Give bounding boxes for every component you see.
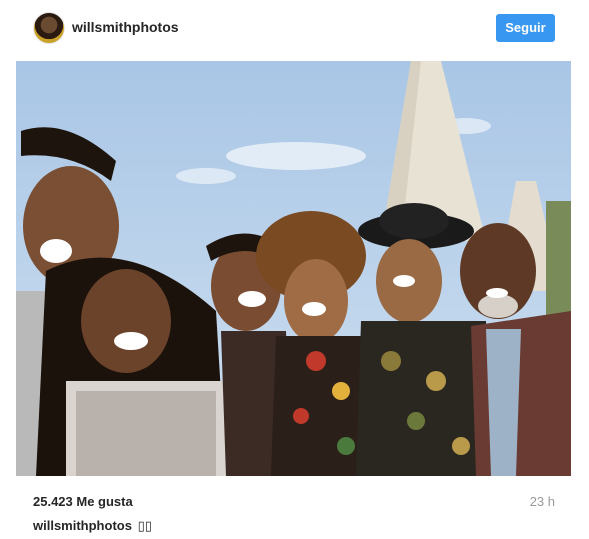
username-link[interactable]: willsmithphotos (72, 19, 179, 35)
avatar[interactable] (33, 12, 65, 44)
follow-button[interactable]: Seguir (496, 14, 555, 42)
caption: willsmithphotos ▯▯ (33, 518, 152, 534)
group-selfie-image (16, 61, 571, 476)
caption-username[interactable]: willsmithphotos (33, 518, 132, 533)
likes-count[interactable]: 25.423 Me gusta (33, 494, 133, 509)
post-timestamp[interactable]: 23 h (530, 494, 555, 509)
post-photo[interactable] (16, 61, 571, 476)
caption-text: ▯▯ (137, 519, 152, 534)
post-header: willsmithphotos Seguir (0, 0, 589, 56)
